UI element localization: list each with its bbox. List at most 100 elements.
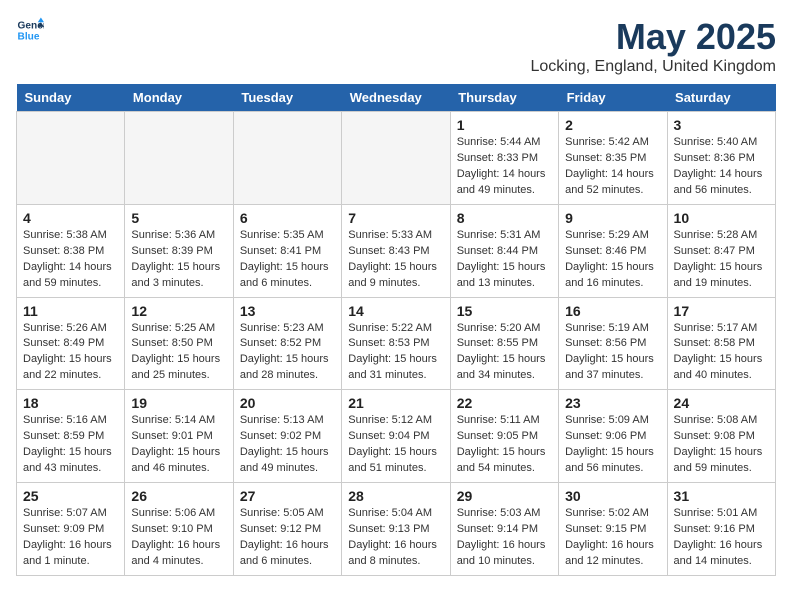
day-info: Sunrise: 5:42 AMSunset: 8:35 PMDaylight:… xyxy=(565,135,660,199)
day-number: 5 xyxy=(131,210,226,226)
week-row-2: 4 Sunrise: 5:38 AMSunset: 8:38 PMDaylight… xyxy=(17,204,776,297)
day-number: 23 xyxy=(565,395,660,411)
day-number: 16 xyxy=(565,303,660,319)
calendar-cell: 18 Sunrise: 5:16 AMSunset: 8:59 PMDayligh… xyxy=(17,390,125,483)
calendar-cell: 6 Sunrise: 5:35 AMSunset: 8:41 PMDaylight… xyxy=(233,204,341,297)
day-number: 6 xyxy=(240,210,335,226)
day-number: 11 xyxy=(23,303,118,319)
day-info: Sunrise: 5:25 AMSunset: 8:50 PMDaylight:… xyxy=(131,321,226,385)
calendar-cell: 19 Sunrise: 5:14 AMSunset: 9:01 PMDayligh… xyxy=(125,390,233,483)
day-info: Sunrise: 5:38 AMSunset: 8:38 PMDaylight:… xyxy=(23,228,118,292)
calendar-cell: 11 Sunrise: 5:26 AMSunset: 8:49 PMDayligh… xyxy=(17,297,125,390)
day-info: Sunrise: 5:07 AMSunset: 9:09 PMDaylight:… xyxy=(23,506,118,570)
calendar-cell: 15 Sunrise: 5:20 AMSunset: 8:55 PMDayligh… xyxy=(450,297,558,390)
day-info: Sunrise: 5:01 AMSunset: 9:16 PMDaylight:… xyxy=(674,506,769,570)
day-info: Sunrise: 5:31 AMSunset: 8:44 PMDaylight:… xyxy=(457,228,552,292)
day-info: Sunrise: 5:19 AMSunset: 8:56 PMDaylight:… xyxy=(565,321,660,385)
weekday-header-saturday: Saturday xyxy=(667,84,775,112)
calendar-cell: 22Sunrise: 5:11 AMSunset: 9:05 PMDayligh… xyxy=(450,390,558,483)
location: Locking, England, United Kingdom xyxy=(531,58,777,76)
week-row-1: 1Sunrise: 5:44 AMSunset: 8:33 PMDaylight… xyxy=(17,112,776,205)
day-info: Sunrise: 5:05 AMSunset: 9:12 PMDaylight:… xyxy=(240,506,335,570)
day-number: 10 xyxy=(674,210,769,226)
weekday-header-thursday: Thursday xyxy=(450,84,558,112)
day-number: 8 xyxy=(457,210,552,226)
day-info: Sunrise: 5:16 AMSunset: 8:59 PMDaylight:… xyxy=(23,413,118,477)
day-info: Sunrise: 5:36 AMSunset: 8:39 PMDaylight:… xyxy=(131,228,226,292)
day-info: Sunrise: 5:23 AMSunset: 8:52 PMDaylight:… xyxy=(240,321,335,385)
calendar-table: SundayMondayTuesdayWednesdayThursdayFrid… xyxy=(16,84,776,576)
day-number: 24 xyxy=(674,395,769,411)
day-number: 17 xyxy=(674,303,769,319)
day-info: Sunrise: 5:04 AMSunset: 9:13 PMDaylight:… xyxy=(348,506,443,570)
calendar-cell xyxy=(233,112,341,205)
calendar-cell: 24 Sunrise: 5:08 AMSunset: 9:08 PMDayligh… xyxy=(667,390,775,483)
calendar-cell: 26 Sunrise: 5:06 AMSunset: 9:10 PMDayligh… xyxy=(125,483,233,576)
calendar-cell: 14 Sunrise: 5:22 AMSunset: 8:53 PMDayligh… xyxy=(342,297,450,390)
day-number: 30 xyxy=(565,488,660,504)
calendar-cell: 20 Sunrise: 5:13 AMSunset: 9:02 PMDayligh… xyxy=(233,390,341,483)
day-number: 4 xyxy=(23,210,118,226)
day-number: 20 xyxy=(240,395,335,411)
day-info: Sunrise: 5:22 AMSunset: 8:53 PMDaylight:… xyxy=(348,321,443,385)
day-info: Sunrise: 5:13 AMSunset: 9:02 PMDaylight:… xyxy=(240,413,335,477)
day-number: 26 xyxy=(131,488,226,504)
calendar-cell: 3Sunrise: 5:40 AMSunset: 8:36 PMDaylight… xyxy=(667,112,775,205)
calendar-cell xyxy=(342,112,450,205)
calendar-cell: 27 Sunrise: 5:05 AMSunset: 9:12 PMDayligh… xyxy=(233,483,341,576)
page-header: General Blue May 2025 Locking, England, … xyxy=(16,16,776,76)
day-info: Sunrise: 5:26 AMSunset: 8:49 PMDaylight:… xyxy=(23,321,118,385)
calendar-cell: 10 Sunrise: 5:28 AMSunset: 8:47 PMDayligh… xyxy=(667,204,775,297)
day-info: Sunrise: 5:03 AMSunset: 9:14 PMDaylight:… xyxy=(457,506,552,570)
calendar-cell xyxy=(125,112,233,205)
svg-text:Blue: Blue xyxy=(18,31,40,42)
week-row-4: 18 Sunrise: 5:16 AMSunset: 8:59 PMDayligh… xyxy=(17,390,776,483)
day-info: Sunrise: 5:08 AMSunset: 9:08 PMDaylight:… xyxy=(674,413,769,477)
calendar-cell: 17 Sunrise: 5:17 AMSunset: 8:58 PMDayligh… xyxy=(667,297,775,390)
day-number: 27 xyxy=(240,488,335,504)
day-info: Sunrise: 5:09 AMSunset: 9:06 PMDaylight:… xyxy=(565,413,660,477)
day-number: 1 xyxy=(457,117,552,133)
day-info: Sunrise: 5:35 AMSunset: 8:41 PMDaylight:… xyxy=(240,228,335,292)
day-info: Sunrise: 5:06 AMSunset: 9:10 PMDaylight:… xyxy=(131,506,226,570)
logo-icon: General Blue xyxy=(16,16,44,44)
week-row-3: 11 Sunrise: 5:26 AMSunset: 8:49 PMDayligh… xyxy=(17,297,776,390)
day-number: 14 xyxy=(348,303,443,319)
day-number: 12 xyxy=(131,303,226,319)
day-number: 28 xyxy=(348,488,443,504)
month-title: May 2025 xyxy=(531,16,777,58)
day-number: 2 xyxy=(565,117,660,133)
day-info: Sunrise: 5:20 AMSunset: 8:55 PMDaylight:… xyxy=(457,321,552,385)
day-number: 15 xyxy=(457,303,552,319)
calendar-cell: 1Sunrise: 5:44 AMSunset: 8:33 PMDaylight… xyxy=(450,112,558,205)
day-info: Sunrise: 5:28 AMSunset: 8:47 PMDaylight:… xyxy=(674,228,769,292)
calendar-cell: 9Sunrise: 5:29 AMSunset: 8:46 PMDaylight… xyxy=(559,204,667,297)
day-info: Sunrise: 5:17 AMSunset: 8:58 PMDaylight:… xyxy=(674,321,769,385)
day-info: Sunrise: 5:12 AMSunset: 9:04 PMDaylight:… xyxy=(348,413,443,477)
day-info: Sunrise: 5:14 AMSunset: 9:01 PMDaylight:… xyxy=(131,413,226,477)
calendar-cell: 4 Sunrise: 5:38 AMSunset: 8:38 PMDaylight… xyxy=(17,204,125,297)
calendar-cell: 21Sunrise: 5:12 AMSunset: 9:04 PMDayligh… xyxy=(342,390,450,483)
weekday-header-tuesday: Tuesday xyxy=(233,84,341,112)
calendar-cell: 12 Sunrise: 5:25 AMSunset: 8:50 PMDayligh… xyxy=(125,297,233,390)
calendar-cell: 16 Sunrise: 5:19 AMSunset: 8:56 PMDayligh… xyxy=(559,297,667,390)
calendar-cell: 31Sunrise: 5:01 AMSunset: 9:16 PMDayligh… xyxy=(667,483,775,576)
day-number: 29 xyxy=(457,488,552,504)
day-number: 25 xyxy=(23,488,118,504)
day-info: Sunrise: 5:02 AMSunset: 9:15 PMDaylight:… xyxy=(565,506,660,570)
day-number: 9 xyxy=(565,210,660,226)
calendar-cell: 7 Sunrise: 5:33 AMSunset: 8:43 PMDaylight… xyxy=(342,204,450,297)
week-row-5: 25 Sunrise: 5:07 AMSunset: 9:09 PMDayligh… xyxy=(17,483,776,576)
day-info: Sunrise: 5:40 AMSunset: 8:36 PMDaylight:… xyxy=(674,135,769,199)
day-number: 13 xyxy=(240,303,335,319)
calendar-cell: 30 Sunrise: 5:02 AMSunset: 9:15 PMDayligh… xyxy=(559,483,667,576)
calendar-cell: 8 Sunrise: 5:31 AMSunset: 8:44 PMDaylight… xyxy=(450,204,558,297)
day-number: 22 xyxy=(457,395,552,411)
day-info: Sunrise: 5:33 AMSunset: 8:43 PMDaylight:… xyxy=(348,228,443,292)
day-number: 18 xyxy=(23,395,118,411)
day-number: 7 xyxy=(348,210,443,226)
calendar-cell: 29 Sunrise: 5:03 AMSunset: 9:14 PMDayligh… xyxy=(450,483,558,576)
logo: General Blue xyxy=(16,16,44,44)
calendar-cell: 13 Sunrise: 5:23 AMSunset: 8:52 PMDayligh… xyxy=(233,297,341,390)
day-number: 19 xyxy=(131,395,226,411)
